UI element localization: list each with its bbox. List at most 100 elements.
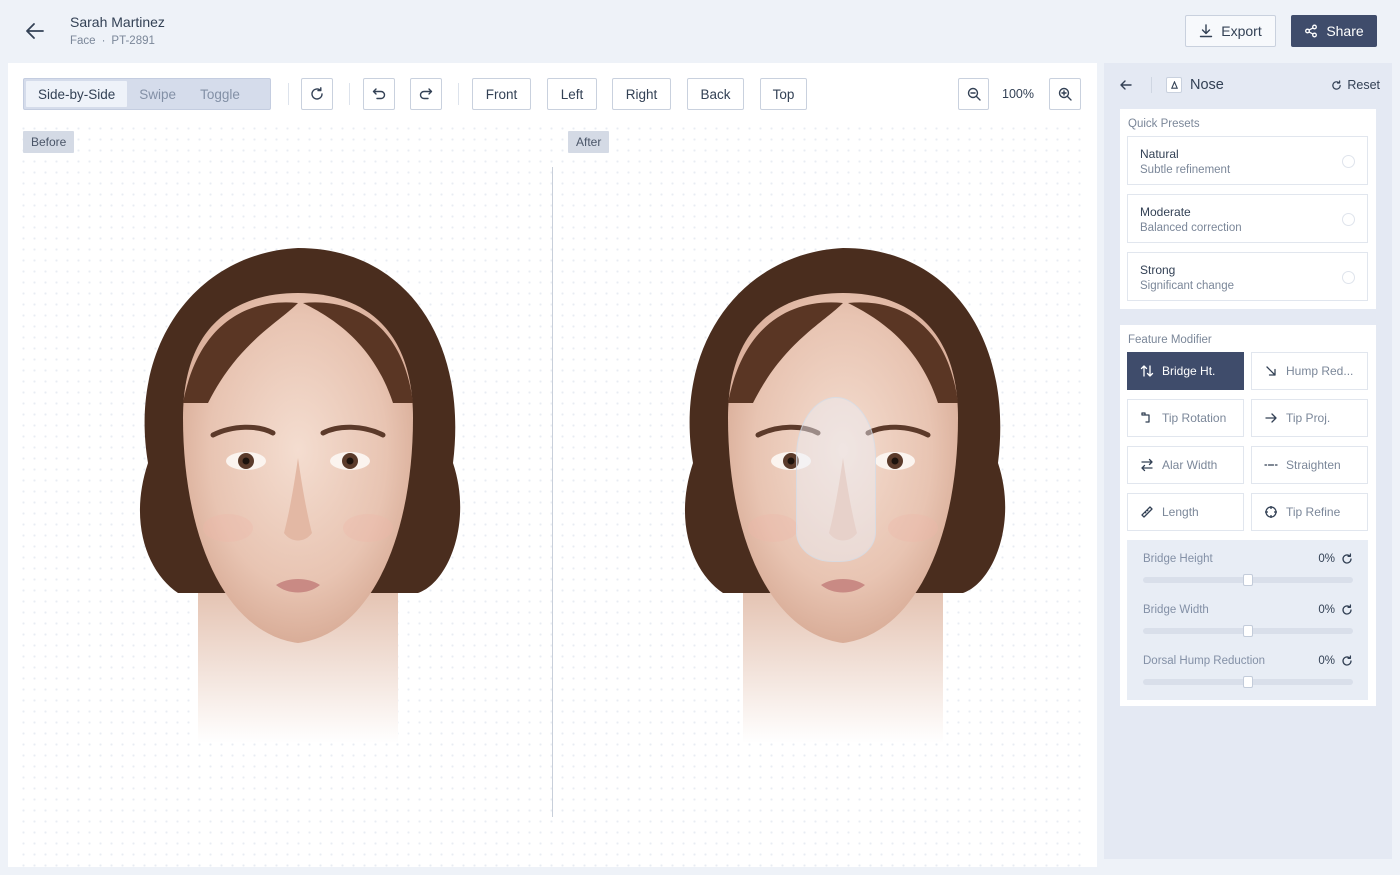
panel-back-button[interactable] [1118, 77, 1134, 93]
preset-subtitle: Significant change [1140, 280, 1234, 292]
arrows-up-down-icon [1140, 365, 1154, 377]
slider-thumb[interactable] [1243, 625, 1253, 637]
patient-info: Sarah Martinez Face · PT-2891 [70, 14, 165, 47]
back-button[interactable] [22, 18, 48, 44]
patient-category: Face [70, 35, 96, 47]
modifier-straighten[interactable]: Straighten [1251, 446, 1368, 484]
preset-radio[interactable] [1342, 155, 1355, 168]
slider-bridge-height: Bridge Height 0% [1143, 553, 1353, 593]
feature-modifier-label: Feature Modifier [1128, 334, 1212, 346]
arrow-right-icon [1265, 413, 1277, 423]
zoom-out-icon [967, 87, 981, 101]
patient-name: Sarah Martinez [70, 14, 165, 30]
slider-track[interactable] [1143, 625, 1353, 637]
slider-reset-icon[interactable] [1341, 604, 1353, 616]
before-label: Before [23, 131, 75, 153]
modifier-label: Length [1162, 505, 1199, 519]
reset-button[interactable]: Reset [1331, 78, 1380, 92]
share-icon [1305, 24, 1318, 38]
line-icon [1264, 464, 1278, 466]
view-front-button[interactable]: Front [472, 78, 531, 110]
modifier-label: Tip Rotation [1162, 411, 1227, 425]
nose-edit-overlay[interactable] [796, 397, 876, 562]
slider-label: Dorsal Hump Reduction [1143, 655, 1266, 667]
slider-reset-icon[interactable] [1341, 655, 1353, 667]
view-mode-toggle[interactable]: Toggle [188, 81, 252, 107]
slider-thumb[interactable] [1243, 676, 1253, 688]
redo-button[interactable] [410, 78, 442, 110]
toolbar-divider [349, 83, 350, 105]
reset-label: Reset [1347, 78, 1380, 92]
nose-icon [1166, 77, 1182, 93]
share-label: Share [1326, 23, 1364, 39]
export-button[interactable]: Export [1185, 15, 1276, 47]
modifier-bridge-height[interactable]: Bridge Ht. [1127, 352, 1244, 390]
toolbar-divider [458, 83, 459, 105]
slider-value: 0% [1318, 553, 1335, 565]
before-face-image [139, 248, 461, 743]
undo-button[interactable] [363, 78, 395, 110]
quick-presets-label: Quick Presets [1128, 118, 1200, 130]
comparison-viewer: Side-by-Side Swipe Toggle Front Left Rig… [8, 63, 1097, 867]
patient-id: PT-2891 [111, 35, 155, 47]
zoom-out-button[interactable] [958, 78, 989, 110]
preset-moderate[interactable]: Moderate Balanced correction [1127, 194, 1368, 243]
refresh-icon [311, 87, 323, 100]
reset-view-button[interactable] [301, 78, 333, 110]
panel-header: Nose Reset [1104, 63, 1392, 107]
modifier-tip-refine[interactable]: Tip Refine [1251, 493, 1368, 531]
modifier-alar-width[interactable]: Alar Width [1127, 446, 1244, 484]
preset-title: Natural [1140, 147, 1179, 161]
view-mode-switch: Side-by-Side Swipe Toggle [23, 78, 271, 110]
slider-track[interactable] [1143, 574, 1353, 586]
slider-dorsal-hump-reduction: Dorsal Hump Reduction 0% [1143, 655, 1353, 695]
arrow-down-right-icon [1266, 366, 1276, 376]
view-right-button[interactable]: Right [612, 78, 671, 110]
modifier-label: Straighten [1286, 458, 1341, 472]
slider-label: Bridge Height [1143, 553, 1213, 565]
view-back-button[interactable]: Back [687, 78, 744, 110]
arrow-left-icon [26, 23, 44, 39]
comparison-divider [552, 167, 553, 817]
modifier-tip-projection[interactable]: Tip Proj. [1251, 399, 1368, 437]
comparison-canvas: Before After [18, 123, 1088, 867]
redo-icon [419, 88, 433, 100]
crosshair-icon [1265, 506, 1277, 518]
feature-modifier-card: Feature Modifier Bridge Ht. Hump Red... … [1120, 325, 1376, 706]
slider-group: Bridge Height 0% Bridge Width 0% Dorsal … [1127, 540, 1368, 700]
preset-radio[interactable] [1342, 271, 1355, 284]
zoom-in-button[interactable] [1049, 78, 1081, 110]
preset-radio[interactable] [1342, 213, 1355, 226]
slider-bridge-width: Bridge Width 0% [1143, 604, 1353, 644]
download-icon [1200, 24, 1213, 38]
slider-value: 0% [1318, 655, 1335, 667]
view-left-button[interactable]: Left [547, 78, 597, 110]
preset-title: Strong [1140, 263, 1176, 277]
modifier-length[interactable]: Length [1127, 493, 1244, 531]
edit-panel: Nose Reset Quick Presets Natural Subtle … [1104, 63, 1392, 859]
slider-thumb[interactable] [1243, 574, 1253, 586]
view-mode-swipe[interactable]: Swipe [127, 81, 188, 107]
view-mode-side-by-side[interactable]: Side-by-Side [26, 81, 128, 107]
preset-title: Moderate [1140, 205, 1191, 219]
view-top-button[interactable]: Top [760, 78, 807, 110]
modifier-tip-rotation[interactable]: Tip Rotation [1127, 399, 1244, 437]
arrows-left-right-icon [1141, 458, 1153, 472]
quick-presets-card: Quick Presets Natural Subtle refinement … [1120, 109, 1376, 309]
modifier-hump-reduction[interactable]: Hump Red... [1251, 352, 1368, 390]
toolbar-divider [288, 83, 289, 105]
after-label: After [568, 131, 610, 153]
slider-label: Bridge Width [1143, 604, 1209, 616]
preset-strong[interactable]: Strong Significant change [1127, 252, 1368, 301]
viewer-toolbar: Side-by-Side Swipe Toggle Front Left Rig… [8, 63, 1097, 121]
share-button[interactable]: Share [1291, 15, 1377, 47]
slider-reset-icon[interactable] [1341, 553, 1353, 565]
preset-natural[interactable]: Natural Subtle refinement [1127, 136, 1368, 185]
undo-icon [372, 88, 386, 100]
arrow-left-icon [1120, 80, 1132, 90]
preset-subtitle: Subtle refinement [1140, 164, 1231, 176]
slider-track[interactable] [1143, 676, 1353, 688]
top-bar: Sarah Martinez Face · PT-2891 Export Share [0, 0, 1400, 62]
zoom-in-icon [1058, 87, 1072, 101]
meta-separator: · [101, 35, 106, 47]
